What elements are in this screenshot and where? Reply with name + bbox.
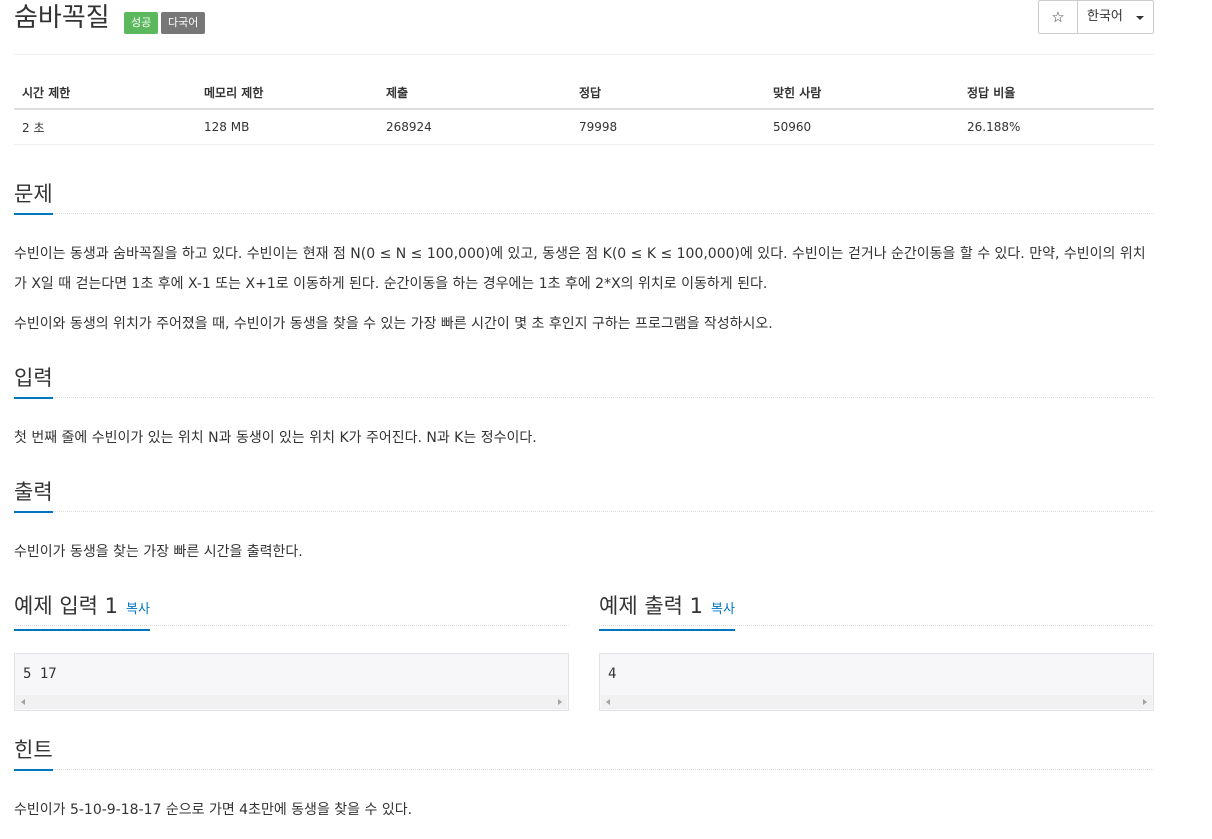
header-time-limit: 시간 제한 — [14, 76, 196, 110]
section-title: 입력 — [14, 361, 53, 399]
info-table-row: 2 초 128 MB 268924 79998 50960 26.188% — [14, 109, 1154, 145]
copy-sample-output-link[interactable]: 복사 — [711, 602, 735, 617]
section-head: 입력 — [14, 361, 1154, 399]
caret-down-icon — [1136, 16, 1144, 20]
section-output: 출력 수빈이가 동생을 찾는 가장 빠른 시간을 출력한다. — [14, 475, 1154, 560]
section-head: 예제 입력 1 복사 — [14, 589, 569, 631]
value-time-limit: 2 초 — [14, 109, 196, 145]
value-memory-limit: 128 MB — [196, 109, 378, 145]
scroll-right-icon[interactable] — [1143, 699, 1147, 705]
sample-input-content: 5 17 — [23, 666, 57, 682]
section-title: 문제 — [14, 177, 53, 215]
section-title: 출력 — [14, 475, 53, 513]
sample-output-box[interactable]: 4 — [599, 653, 1154, 711]
language-dropdown-label: 한국어 — [1087, 9, 1123, 24]
problem-info-table: 시간 제한 메모리 제한 제출 정답 맞힌 사람 정답 비율 2 초 128 M… — [14, 76, 1154, 145]
section-description: 문제 수빈이는 동생과 숨바꼭질을 하고 있다. 수빈이는 현재 점 N(0 ≤… — [14, 177, 1154, 332]
description-body: 수빈이는 동생과 숨바꼭질을 하고 있다. 수빈이는 현재 점 N(0 ≤ N … — [14, 239, 1154, 339]
scroll-left-icon[interactable] — [606, 699, 610, 705]
language-dropdown[interactable]: 한국어 — [1078, 1, 1153, 33]
description-paragraph: 수빈이와 동생의 위치가 주어졌을 때, 수빈이가 동생을 찾을 수 있는 가장… — [14, 316, 773, 332]
sample-input-title: 예제 입력 1 — [14, 594, 118, 618]
language-badge: 다국어 — [161, 12, 206, 34]
value-accepted: 79998 — [571, 109, 765, 145]
sample-output-title: 예제 출력 1 — [599, 594, 703, 618]
star-icon: ☆ — [1051, 8, 1065, 26]
header-submissions: 제출 — [378, 76, 571, 110]
section-hint: 힌트 수빈이가 5-10-9-18-17 순으로 가면 4초만에 동생을 찾을 … — [14, 733, 1154, 818]
description-paragraph: 수빈이는 동생과 숨바꼭질을 하고 있다. 수빈이는 현재 점 N(0 ≤ N … — [14, 246, 1146, 292]
section-sample-input: 예제 입력 1 복사 — [14, 589, 569, 631]
header-actions: ☆ 한국어 — [1038, 0, 1154, 34]
value-accept-ratio: 26.188% — [959, 109, 1154, 145]
section-head: 힌트 — [14, 733, 1154, 771]
output-description: 수빈이가 동생을 찾는 가장 빠른 시간을 출력한다. — [14, 544, 303, 560]
section-head: 문제 — [14, 177, 1154, 215]
section-input: 입력 첫 번째 줄에 수빈이가 있는 위치 N과 동생이 있는 위치 K가 주어… — [14, 361, 1154, 446]
problem-page: 숨바꼭질 성공 다국어 ☆ 한국어 시간 제한 메모리 제한 제출 정답 맞힌 … — [14, 0, 1154, 818]
header-accepted: 정답 — [571, 76, 765, 110]
input-description: 첫 번째 줄에 수빈이가 있는 위치 N과 동생이 있는 위치 K가 주어진다.… — [14, 430, 537, 446]
scroll-right-icon[interactable] — [558, 699, 562, 705]
scroll-left-icon[interactable] — [21, 699, 25, 705]
horizontal-scrollbar[interactable] — [16, 695, 567, 709]
horizontal-scrollbar[interactable] — [601, 695, 1152, 709]
copy-sample-input-link[interactable]: 복사 — [126, 602, 150, 617]
header-accept-ratio: 정답 비율 — [959, 76, 1154, 110]
section-sample-output: 예제 출력 1 복사 — [599, 589, 1154, 631]
problem-header: 숨바꼭질 성공 다국어 ☆ 한국어 — [14, 0, 1154, 55]
status-badge: 성공 — [124, 12, 159, 34]
problem-title: 숨바꼭질 — [14, 3, 110, 33]
header-memory-limit: 메모리 제한 — [196, 76, 378, 110]
section-head: 예제 출력 1 복사 — [599, 589, 1154, 631]
sample-output-content: 4 — [608, 666, 617, 682]
value-submissions: 268924 — [378, 109, 571, 145]
star-button[interactable]: ☆ — [1039, 1, 1078, 33]
header-solved-users: 맞힌 사람 — [765, 76, 959, 110]
section-title: 예제 출력 1 복사 — [599, 589, 735, 631]
section-title: 힌트 — [14, 733, 53, 771]
hint-text: 수빈이가 5-10-9-18-17 순으로 가면 4초만에 동생을 찾을 수 있… — [14, 802, 413, 818]
info-table-header-row: 시간 제한 메모리 제한 제출 정답 맞힌 사람 정답 비율 — [14, 76, 1154, 110]
sample-input-box[interactable]: 5 17 — [14, 653, 569, 711]
value-solved-users: 50960 — [765, 109, 959, 145]
section-head: 출력 — [14, 475, 1154, 513]
section-title: 예제 입력 1 복사 — [14, 589, 150, 631]
